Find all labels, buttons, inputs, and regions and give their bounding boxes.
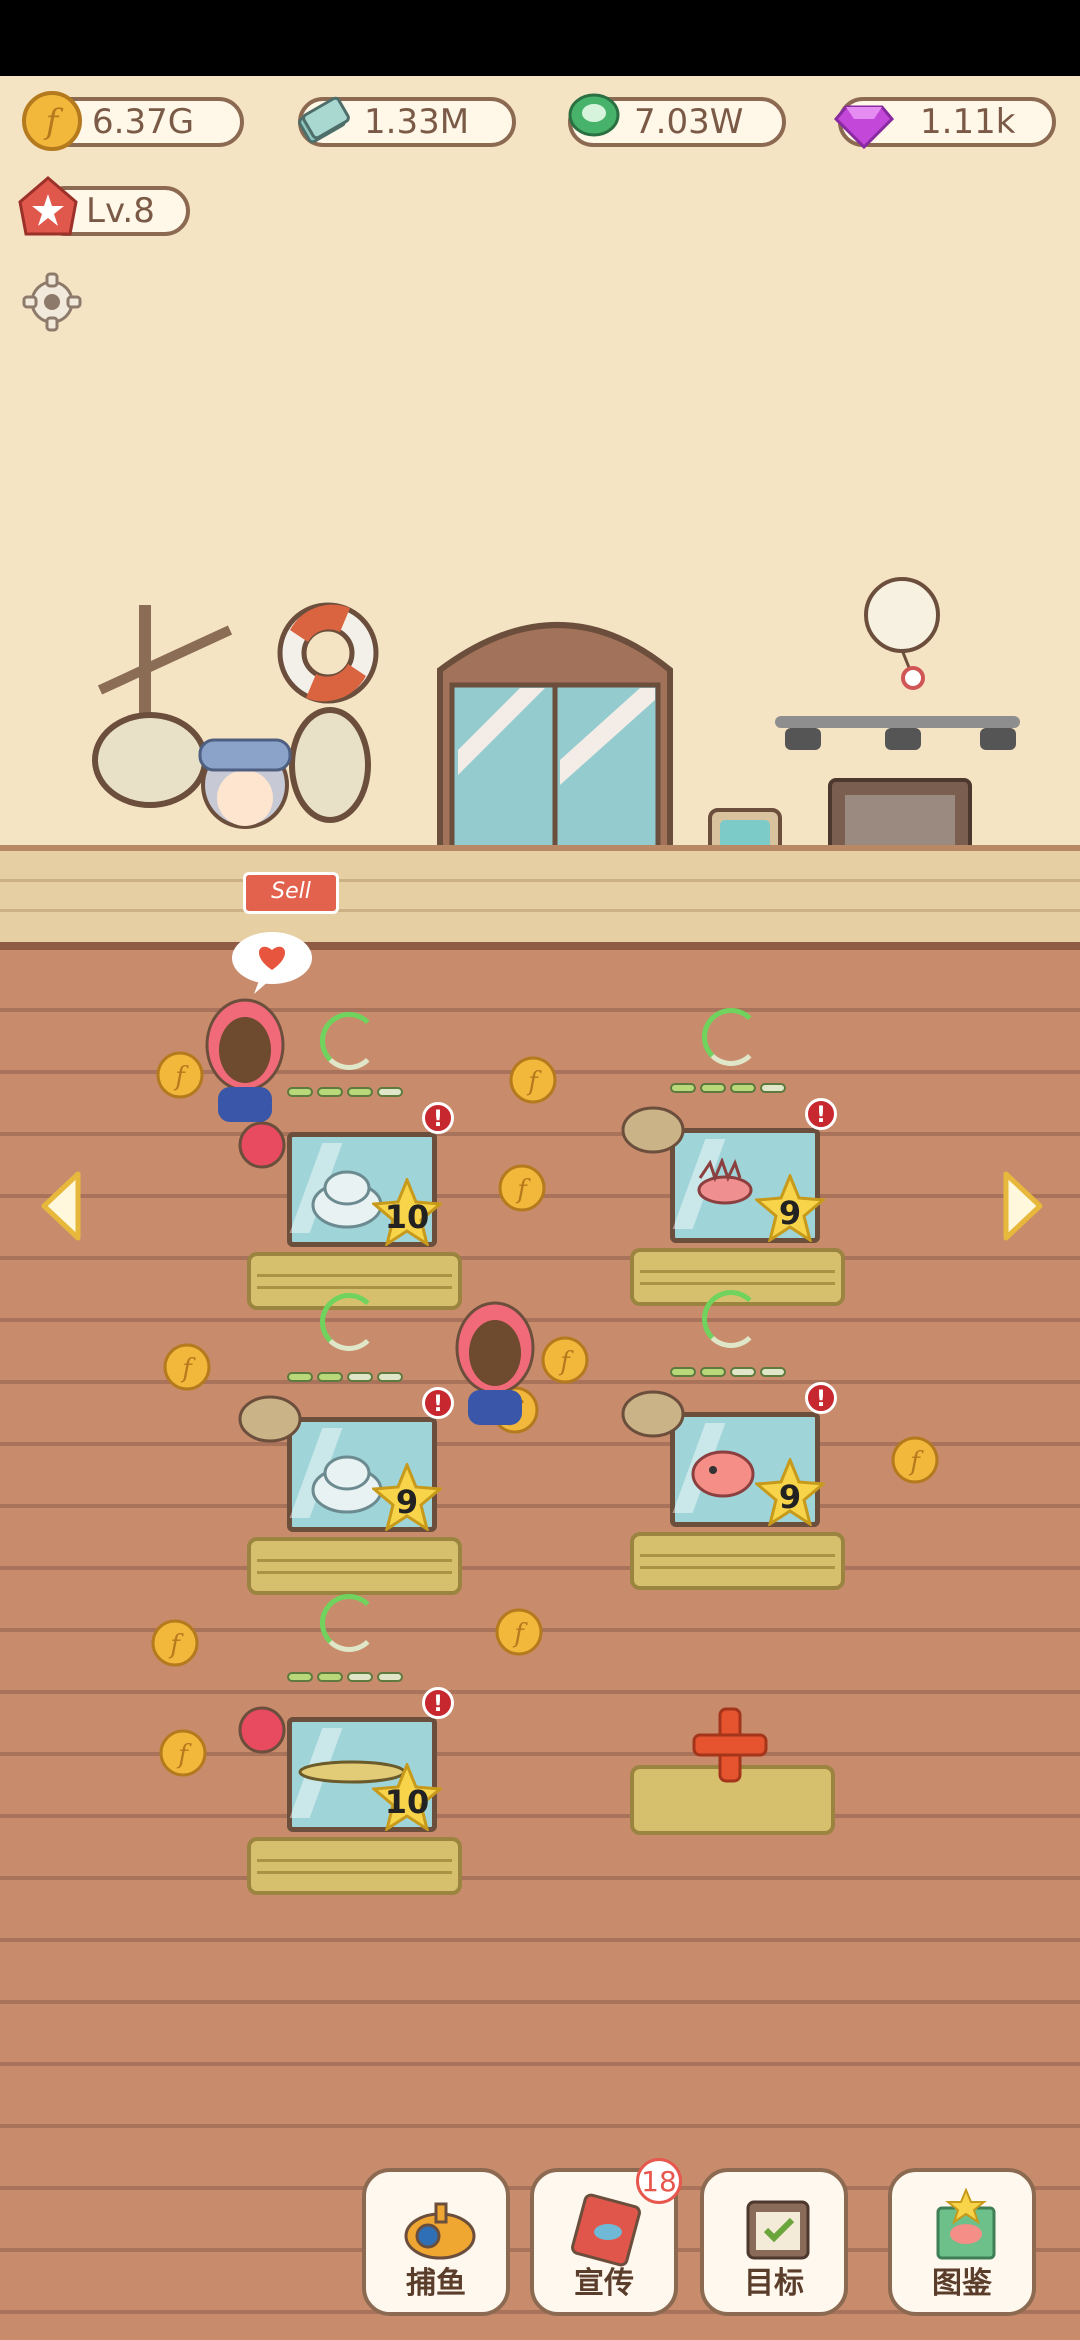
coin-icon[interactable]: f — [162, 1342, 212, 1392]
sell-sign[interactable]: Sell — [243, 872, 339, 914]
heart-speech-bubble-icon — [232, 932, 312, 994]
fish-tank-3[interactable]: 9 ! — [238, 1372, 462, 1595]
tank-stand — [630, 1532, 845, 1590]
tank-level: 10 — [384, 1198, 430, 1236]
alert-icon[interactable]: ! — [805, 1098, 837, 1130]
nav-fishing-label: 捕鱼 — [406, 2266, 466, 2301]
coin-icon[interactable]: f — [508, 1055, 558, 1105]
level-badge[interactable]: Lv.8 — [18, 176, 190, 236]
ticket-counter[interactable]: 7.03W — [568, 93, 786, 147]
collect-coin-ring[interactable] — [702, 1290, 760, 1348]
coin-counter[interactable]: f 6.37G — [22, 91, 244, 151]
collect-coin-ring[interactable] — [702, 1008, 760, 1066]
nav-catalog-button[interactable]: 图鉴 — [888, 2168, 1036, 2316]
customer-character[interactable] — [200, 995, 290, 1130]
fish-tank-4[interactable]: 9 ! — [621, 1367, 845, 1590]
tank-progress-bars — [287, 1367, 407, 1386]
level-text: Lv.8 — [86, 191, 155, 231]
pufferfish-icon — [691, 1450, 755, 1498]
promo-card-icon — [571, 2193, 641, 2267]
tank-progress-bars — [670, 1078, 790, 1097]
arrow-right-icon[interactable] — [998, 1170, 1046, 1242]
cash-counter[interactable]: 1.33M — [298, 96, 516, 147]
cash-stack-icon — [298, 96, 350, 144]
alert-icon[interactable]: ! — [805, 1382, 837, 1414]
coin-icon[interactable]: f — [150, 1618, 200, 1668]
nav-promote-button[interactable]: 18 宣传 — [530, 2158, 682, 2316]
cannon-decor-icon — [621, 1390, 685, 1438]
gem-counter[interactable]: 1.11k — [833, 97, 1056, 150]
collect-coin-ring[interactable] — [320, 1293, 378, 1351]
coin-icon[interactable]: f — [890, 1435, 940, 1485]
coin-icon[interactable]: f — [158, 1728, 208, 1778]
collect-coin-ring[interactable] — [320, 1012, 378, 1070]
fish-tank-1[interactable]: 10 ! — [238, 1087, 462, 1310]
coin-icon[interactable]: f — [494, 1607, 544, 1657]
nav-goals-button[interactable]: 目标 — [700, 2168, 848, 2316]
tank-level: 10 — [384, 1783, 430, 1821]
fish-catalog-icon — [936, 2188, 996, 2260]
cash-value: 1.33M — [364, 102, 470, 142]
tank-progress-bars — [287, 1082, 407, 1101]
tank-stand — [247, 1537, 462, 1595]
collect-coin-ring[interactable] — [320, 1594, 378, 1652]
status-bar — [0, 0, 1080, 76]
coin-icon[interactable]: f — [497, 1163, 547, 1213]
tank-level: 9 — [778, 1194, 802, 1232]
arrow-left-icon[interactable] — [38, 1170, 86, 1242]
ticket-value: 7.03W — [634, 102, 744, 142]
customer-character[interactable] — [450, 1298, 540, 1433]
add-tank-plus-icon[interactable] — [690, 1705, 770, 1785]
gem-icon — [833, 105, 895, 150]
checklist-board-icon — [746, 2200, 810, 2260]
settings-gear-icon[interactable] — [22, 272, 82, 332]
cannon-decor-icon — [238, 1395, 302, 1443]
alert-icon[interactable]: ! — [422, 1102, 454, 1134]
nav-catalog-label: 图鉴 — [932, 2266, 992, 2301]
coin-icon[interactable]: f — [155, 1050, 205, 1100]
tank-level: 9 — [395, 1483, 419, 1521]
tank-stand — [247, 1837, 462, 1895]
wainscot-panel — [0, 845, 1080, 950]
gem-value: 1.11k — [920, 102, 1016, 142]
potion-decor-icon — [238, 1706, 286, 1754]
notification-badge: 18 — [636, 2158, 682, 2204]
coin-icon[interactable]: f — [540, 1335, 590, 1385]
nav-promote-label: 宣传 — [574, 2266, 634, 2301]
tank-progress-bars — [670, 1362, 790, 1381]
nav-goals-label: 目标 — [744, 2266, 804, 2301]
fish-tank-5[interactable]: 10 ! — [238, 1672, 462, 1895]
submarine-icon — [404, 2202, 476, 2260]
green-ticket-icon — [568, 93, 620, 137]
coin-icon: f — [22, 91, 82, 151]
fish-tank-2[interactable]: 9 ! — [621, 1083, 845, 1306]
tank-level: 9 — [778, 1478, 802, 1516]
nav-fishing-button[interactable]: 捕鱼 — [362, 2168, 510, 2316]
alert-icon[interactable]: ! — [422, 1687, 454, 1719]
tank-progress-bars — [287, 1667, 407, 1686]
coin-value: 6.37G — [92, 102, 195, 142]
star-house-icon — [18, 176, 78, 236]
cannon-decor-icon — [621, 1106, 685, 1154]
